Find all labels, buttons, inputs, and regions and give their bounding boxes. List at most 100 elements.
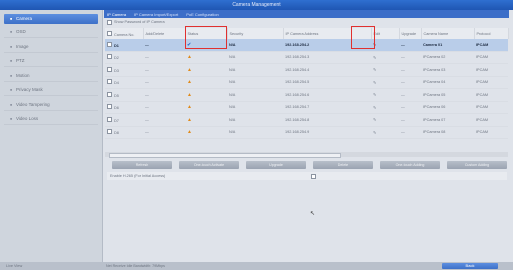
camera-name-cell: IPCamera 08 (421, 126, 474, 139)
camera-name-cell: IPCamera 06 (421, 101, 474, 114)
header-camera-name: Camera Name (421, 28, 475, 39)
one-touch-adding-button[interactable]: One-touch Adding (380, 161, 440, 169)
warning-icon: ▲ (187, 129, 192, 136)
sidebar-item-label: Video Loss (16, 116, 39, 121)
row-checkbox[interactable] (107, 41, 112, 47)
table-row[interactable]: D8 — ▲ N/A 192.168.254.9 ✎ — IPCamera 08… (105, 126, 508, 139)
horizontal-scrollbar[interactable] (105, 152, 508, 158)
header-edit: Edit (371, 28, 400, 39)
camera-no-cell: D1 (105, 39, 143, 52)
edit-icon[interactable]: ✎ (373, 131, 376, 135)
table-row[interactable]: D7 — ▲ N/A 192.168.254.8 ✎ — IPCamera 07… (105, 113, 508, 127)
status-cell: ▲ (185, 63, 227, 77)
main-panel: IP Camera IP Camera Import/Export PoE Co… (104, 10, 509, 262)
camera-name-cell: IPCamera 04 (421, 76, 474, 89)
add-delete-cell[interactable]: — (143, 88, 185, 102)
sidebar-item-label: OSD (16, 29, 26, 34)
row-checkbox[interactable] (107, 66, 112, 72)
upgrade-cell: — (399, 63, 421, 77)
edit-icon[interactable]: ✎ (373, 68, 376, 72)
add-delete-cell[interactable]: — (143, 76, 185, 89)
edit-cell[interactable]: ✎ (371, 39, 399, 52)
protocol-cell: IPCAM (474, 63, 508, 77)
sidebar-item-osd[interactable]: ■ OSD (4, 27, 98, 38)
upgrade-cell: — (399, 101, 421, 114)
custom-adding-button[interactable]: Custom Adding (447, 161, 507, 169)
camera-no-cell: D3 (105, 63, 143, 77)
row-checkbox[interactable] (107, 104, 112, 110)
delete-button[interactable]: Delete (313, 161, 373, 169)
edit-icon[interactable]: ✎ (373, 56, 376, 60)
table-row[interactable]: D2 — ▲ N/A 192.168.254.3 ✎ — IPCamera 02… (105, 51, 508, 64)
ip-address-cell: 192.168.254.9 (283, 126, 371, 139)
edit-cell[interactable]: ✎ (371, 63, 399, 77)
sidebar-item-video-loss[interactable]: ■ Video Loss (4, 114, 98, 125)
edit-cell[interactable]: ✎ (371, 101, 399, 114)
edit-icon[interactable]: ✎ (373, 93, 376, 97)
tab-ip-camera-import-export[interactable]: IP Camera Import/Export (134, 12, 178, 17)
table-row[interactable]: D4 — ▲ N/A 192.168.254.5 ✎ — IPCamera 04… (105, 76, 508, 89)
header-camera-no[interactable]: Camera No. (105, 28, 144, 39)
status-cell: ▲ (185, 113, 227, 127)
ip-address-cell: 192.168.254.3 (283, 51, 371, 64)
edit-icon[interactable]: ✎ (373, 118, 376, 122)
edit-cell[interactable]: ✎ (371, 76, 399, 89)
header-security: Security (227, 28, 284, 39)
show-password-checkbox[interactable] (107, 20, 112, 25)
upgrade-cell: — (399, 39, 421, 52)
camera-no-cell: D4 (105, 76, 143, 89)
tab-poe-configuration[interactable]: PoE Configuration (186, 12, 218, 17)
edit-icon[interactable]: ✎ (373, 106, 376, 110)
upgrade-cell: — (399, 88, 421, 102)
sidebar-item-label: Privacy Mask (16, 87, 43, 92)
table-row[interactable]: D3 — ▲ N/A 192.168.254.4 ✎ — IPCamera 03… (105, 63, 508, 77)
sidebar-item-image[interactable]: ■ Image (4, 42, 98, 53)
add-delete-cell[interactable]: — (143, 113, 185, 127)
table-row[interactable]: D5 — ▲ N/A 192.168.254.6 ✎ — IPCamera 05… (105, 88, 508, 102)
upgrade-button[interactable]: Upgrade (246, 161, 306, 169)
tab-bar: IP Camera IP Camera Import/Export PoE Co… (104, 10, 509, 18)
scrollbar-thumb[interactable] (109, 153, 341, 158)
refresh-button[interactable]: Refresh (112, 161, 172, 169)
show-password-row: Show Password of IP Camera (104, 18, 509, 27)
camera-no-cell: D2 (105, 51, 143, 64)
edit-icon[interactable]: ✎ (373, 81, 376, 85)
row-checkbox[interactable] (107, 129, 112, 135)
edit-cell[interactable]: ✎ (371, 126, 399, 139)
row-checkbox[interactable] (107, 91, 112, 97)
add-delete-cell[interactable]: — (143, 63, 185, 77)
bottom-bar: Live View Net Receive Idle Bandwidth: 79… (0, 262, 513, 270)
protocol-cell: IPCAM (474, 76, 508, 89)
ip-address-cell: 192.168.254.4 (283, 63, 371, 77)
table-row[interactable]: D6 — ▲ N/A 192.168.254.7 ✎ — IPCamera 06… (105, 101, 508, 114)
add-delete-cell[interactable]: — (143, 39, 185, 52)
sidebar-item-video-tampering[interactable]: ■ Video Tampering (4, 100, 98, 111)
h265-checkbox[interactable] (311, 174, 316, 179)
add-delete-cell[interactable]: — (143, 101, 185, 114)
one-touch-activate-button[interactable]: One-touch Activate (179, 161, 239, 169)
sidebar-item-camera[interactable]: ■ Camera (4, 13, 98, 24)
row-checkbox[interactable] (107, 54, 112, 60)
select-all-checkbox[interactable] (107, 30, 112, 36)
back-button[interactable]: Back (442, 263, 498, 269)
edit-cell[interactable]: ✎ (371, 88, 399, 102)
sidebar-item-ptz[interactable]: ■ PTZ (4, 56, 98, 67)
row-checkbox[interactable] (107, 79, 112, 85)
edit-cell[interactable]: ✎ (371, 51, 399, 64)
sidebar-item-privacy-mask[interactable]: ■ Privacy Mask (4, 85, 98, 96)
warning-icon: ▲ (187, 66, 192, 73)
status-cell: ▲ (185, 76, 227, 89)
tab-ip-camera[interactable]: IP Camera (107, 12, 126, 17)
sidebar: ■ Camera ■ OSD ■ Image ■ PTZ ■ Motion ■ Privac… (0, 10, 103, 262)
table-row[interactable]: D1 — ✔ N/A 192.168.254.2 ✎ — Camera 01 I… (105, 39, 508, 52)
edit-cell[interactable]: ✎ (371, 113, 399, 127)
add-delete-cell[interactable]: — (143, 51, 185, 64)
row-checkbox[interactable] (107, 116, 112, 122)
add-delete-cell[interactable]: — (143, 126, 185, 139)
ip-address-cell: 192.168.254.6 (283, 88, 371, 102)
status-cell: ▲ (185, 126, 227, 139)
h265-row: Enable H.265 (For Initial Access) (107, 172, 507, 180)
live-view-button[interactable]: Live View (6, 263, 22, 269)
sidebar-item-motion[interactable]: ■ Motion (4, 71, 98, 82)
protocol-cell: IPCAM (474, 88, 508, 102)
